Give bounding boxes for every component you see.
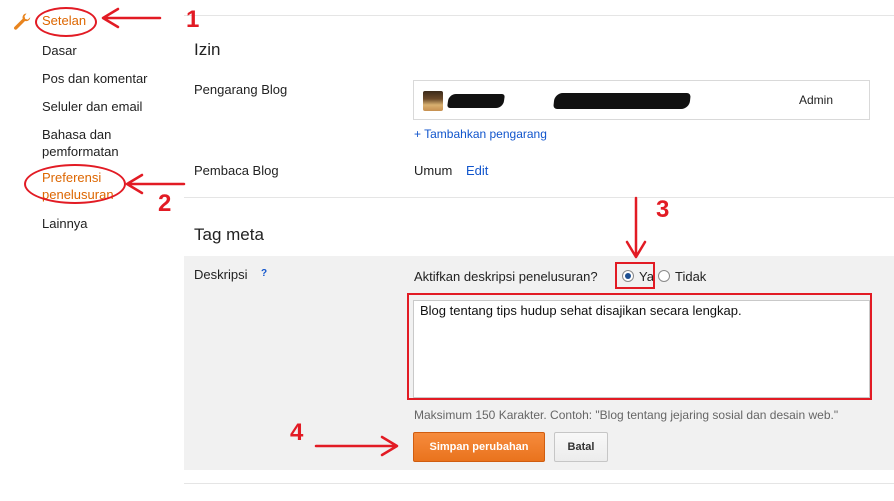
annotation-box-yes [615, 262, 655, 289]
avatar [423, 91, 443, 111]
sidebar-item-posts-comments[interactable]: Pos dan komentar [42, 70, 148, 87]
top-divider [184, 15, 894, 16]
section-divider [184, 197, 894, 198]
annotation-box-textarea [407, 293, 872, 400]
annotation-circle-search-preferences [24, 164, 126, 204]
description-label: Deskripsi [194, 267, 248, 282]
sidebar-item-other[interactable]: Lainnya [42, 215, 88, 232]
annotation-arrow-2 [125, 173, 186, 195]
author-row: Admin [413, 80, 870, 120]
annotation-arrow-1 [101, 7, 162, 29]
annotation-number-1: 1 [186, 6, 200, 33]
help-icon[interactable]: ? [261, 268, 267, 279]
annotation-number-4: 4 [290, 419, 304, 446]
description-hint: Maksimum 150 Karakter. Contoh: "Blog ten… [414, 408, 839, 422]
sidebar-item-language-formatting[interactable]: Bahasa dan pemformatan [42, 126, 162, 160]
blog-authors-label: Pengarang Blog [194, 82, 288, 97]
wrench-icon [14, 13, 31, 30]
sidebar-item-mobile-email[interactable]: Seluler dan email [42, 98, 142, 115]
author-role: Admin [799, 93, 834, 107]
radio-no-label[interactable]: Tidak [675, 269, 706, 284]
sidebar-item-basic[interactable]: Dasar [42, 42, 77, 59]
redacted-email [553, 93, 691, 109]
blog-readers-label: Pembaca Blog [194, 163, 279, 178]
annotation-number-2: 2 [158, 190, 172, 217]
enable-description-question: Aktifkan deskripsi penelusuran? [414, 269, 598, 284]
bottom-divider [184, 483, 894, 484]
cancel-button[interactable]: Batal [554, 432, 608, 462]
save-changes-button[interactable]: Simpan perubahan [413, 432, 545, 462]
add-author-link[interactable]: + Tambahkan pengarang [414, 127, 547, 141]
permissions-title: Izin [194, 40, 221, 59]
redacted-name [447, 94, 505, 108]
edit-readers-link[interactable]: Edit [466, 163, 488, 178]
annotation-circle-settings [35, 7, 97, 37]
annotation-number-3: 3 [656, 196, 670, 223]
meta-tags-title: Tag meta [194, 225, 264, 244]
annotation-arrow-3 [625, 196, 647, 259]
readers-value: Umum [414, 163, 453, 178]
radio-no[interactable] [658, 270, 670, 282]
